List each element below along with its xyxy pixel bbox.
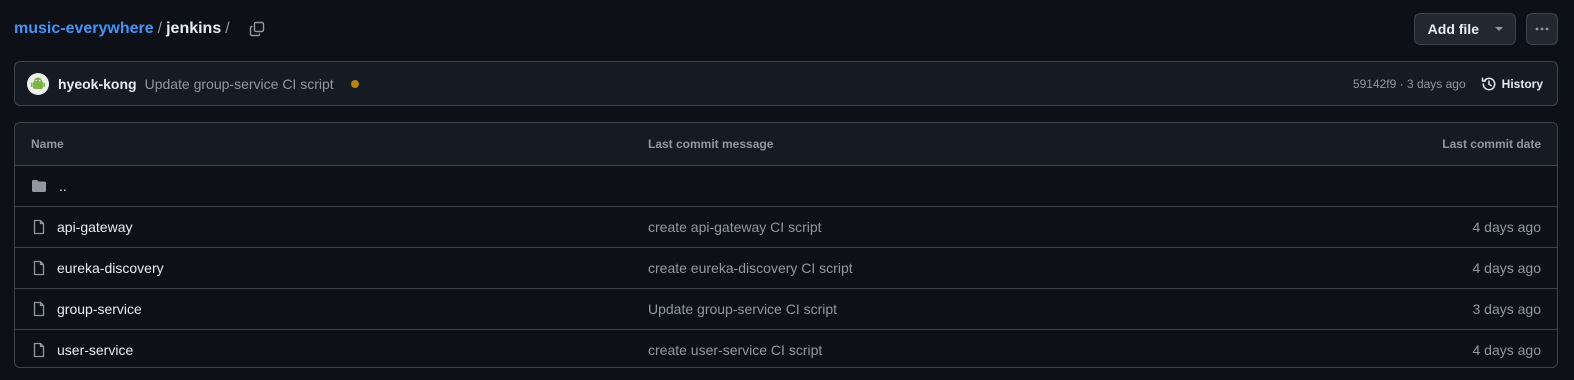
repo-header: music-everywhere / jenkins / Add file	[14, 13, 1558, 45]
commit-hash-and-time[interactable]: 59142f9 · 3 days ago	[1353, 77, 1466, 91]
add-file-button[interactable]: Add file	[1413, 13, 1516, 45]
file-commit-date: 4 days ago	[1472, 342, 1542, 358]
breadcrumb: music-everywhere / jenkins /	[14, 20, 234, 38]
file-name-link[interactable]: user-service	[57, 342, 133, 358]
kebab-horizontal-icon	[1535, 27, 1549, 31]
parent-directory-link[interactable]: ..	[59, 178, 67, 194]
commit-status-dot[interactable]	[350, 79, 359, 88]
latest-commit-bar: hyeok-kong Update group-service CI scrip…	[14, 61, 1558, 106]
column-header-last-commit-date: Last commit date	[1442, 137, 1541, 151]
parent-directory-row[interactable]: ..	[15, 166, 1557, 207]
more-options-button[interactable]	[1526, 13, 1558, 45]
file-commit-message-link[interactable]: create eureka-discovery CI script	[648, 260, 853, 276]
column-header-last-commit-message: Last commit message	[648, 137, 774, 151]
add-file-label: Add file	[1427, 21, 1479, 37]
breadcrumb-trailing-separator: /	[225, 20, 230, 37]
commit-message[interactable]: Update group-service CI script	[145, 76, 334, 92]
file-name-link[interactable]: api-gateway	[57, 219, 133, 235]
copy-path-button[interactable]	[246, 18, 268, 40]
table-header: Name Last commit message Last commit dat…	[15, 123, 1557, 166]
table-row[interactable]: group-service Update group-service CI sc…	[15, 289, 1557, 330]
chevron-down-icon	[1495, 27, 1503, 31]
file-commit-message-link[interactable]: create api-gateway CI script	[648, 219, 822, 235]
folder-icon	[31, 178, 47, 194]
breadcrumb-repo-link[interactable]: music-everywhere	[14, 20, 154, 38]
file-name-link[interactable]: eureka-discovery	[57, 260, 164, 276]
file-name-link[interactable]: group-service	[57, 301, 142, 317]
file-commit-date: 4 days ago	[1472, 219, 1542, 235]
file-table: Name Last commit message Last commit dat…	[14, 122, 1558, 368]
file-commit-date: 3 days ago	[1472, 301, 1542, 317]
table-row[interactable]: user-service create user-service CI scri…	[15, 330, 1557, 367]
file-commit-message-link[interactable]: create user-service CI script	[648, 342, 822, 358]
history-label: History	[1501, 76, 1543, 91]
commit-author[interactable]: hyeok-kong	[58, 76, 137, 92]
file-commit-date: 4 days ago	[1472, 260, 1542, 276]
breadcrumb-separator: /	[157, 20, 163, 37]
history-button[interactable]: History	[1481, 76, 1543, 92]
file-commit-message-link[interactable]: Update group-service CI script	[648, 301, 837, 317]
history-icon	[1481, 76, 1496, 90]
file-icon	[31, 301, 47, 317]
file-icon	[31, 219, 47, 235]
copy-icon	[249, 21, 264, 37]
table-row[interactable]: eureka-discovery create eureka-discovery…	[15, 248, 1557, 289]
table-row[interactable]: api-gateway create api-gateway CI script…	[15, 207, 1557, 248]
file-icon	[31, 260, 47, 276]
column-header-name: Name	[31, 137, 64, 151]
avatar-android-icon	[31, 77, 45, 89]
file-icon	[31, 342, 47, 358]
avatar[interactable]	[27, 72, 49, 95]
breadcrumb-current-dir: jenkins	[166, 20, 222, 37]
